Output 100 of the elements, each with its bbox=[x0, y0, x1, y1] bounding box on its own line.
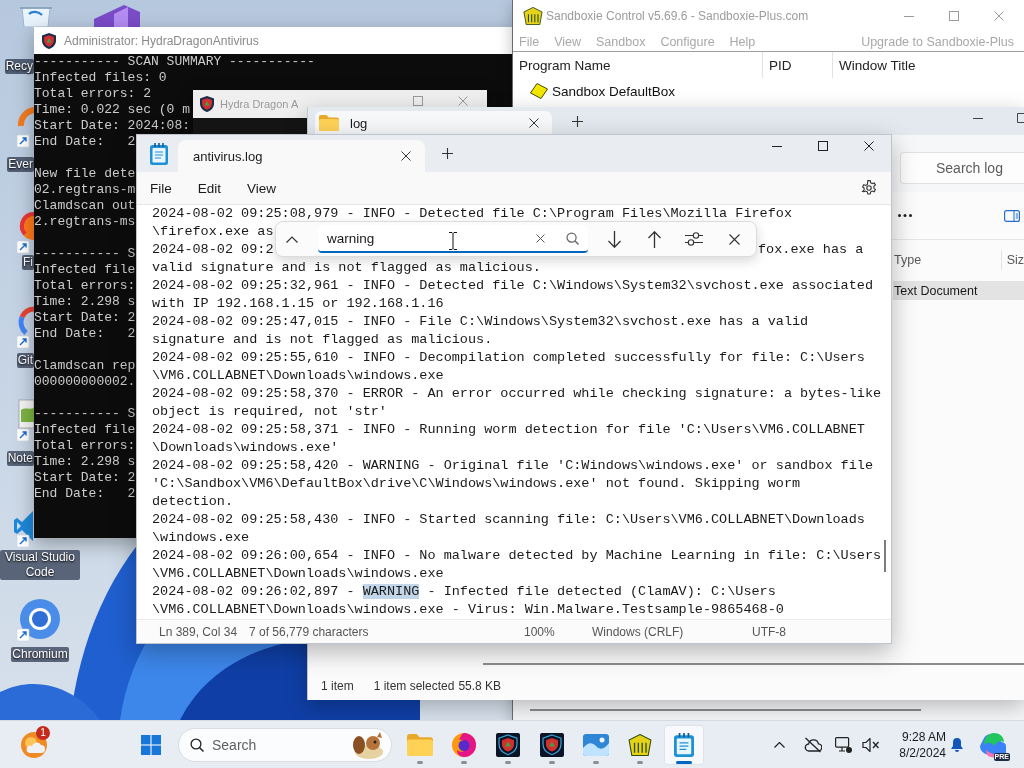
column-header[interactable]: PID bbox=[769, 57, 792, 73]
log-line: \Downloads\windows.exe' bbox=[152, 439, 339, 457]
menu-item[interactable]: View bbox=[247, 180, 277, 196]
bell-icon[interactable] bbox=[951, 737, 963, 752]
text-cursor-icon bbox=[449, 232, 457, 250]
column-header[interactable]: Window Title bbox=[839, 57, 916, 73]
column-header[interactable]: Siz bbox=[1006, 253, 1024, 267]
basket-icon bbox=[523, 7, 543, 25]
search-field[interactable]: Search log bbox=[900, 152, 1024, 184]
chevron-up-icon[interactable] bbox=[774, 741, 785, 748]
windows-logo-icon[interactable] bbox=[141, 734, 161, 755]
status-text: Ln 389, Col 34 bbox=[158, 624, 239, 639]
log-line: 2024-08-02 09:25:47,015 - INFO - File C:\Windows\System32\svchost.exe has a valid bbox=[152, 313, 809, 331]
arrow-down-icon[interactable] bbox=[608, 230, 621, 248]
window-title: Administrator: HydraDragonAntivirus bbox=[64, 33, 259, 48]
window-title: Hydra Dragon A bbox=[220, 97, 299, 111]
maximize-icon[interactable] bbox=[818, 141, 828, 151]
log-line: 2024-08-02 09:25:58,371 - INFO - Running worm detection for file 'C:\Users\VM6.COLLABNET bbox=[152, 421, 865, 439]
console-line: 02.regtrans-m bbox=[34, 182, 136, 198]
folder-icon bbox=[407, 733, 433, 756]
find-field[interactable]: warning bbox=[318, 225, 588, 253]
basket-icon bbox=[628, 733, 652, 756]
options-icon[interactable] bbox=[685, 232, 703, 246]
more-icon[interactable] bbox=[898, 214, 912, 217]
log-line: 2024-08-02 09:25:58,370 - ERROR - An error occurred while checking signature: a bytes-like bbox=[152, 385, 882, 403]
chevron-up-icon[interactable] bbox=[286, 235, 298, 243]
log-line: \VM6.COLLABNET\Downloads\windows.exe bbox=[152, 565, 444, 583]
monitor-icon[interactable] bbox=[835, 736, 852, 753]
arrow-up-icon[interactable] bbox=[648, 230, 661, 248]
log-line: 'C:\Sandbox\VM6\DefaultBox\drive\C\Windows\windows.exe' not found. Skipping worm bbox=[152, 475, 801, 493]
menu-item[interactable]: Edit bbox=[197, 180, 222, 196]
column-header[interactable]: Program Name bbox=[519, 57, 611, 73]
tab[interactable]: antivirus.log bbox=[178, 140, 425, 172]
console-line: 000000000002. bbox=[34, 374, 136, 390]
log-line: 2024-08-02 09:26:00,654 - INFO - No malware detected by Machine Learning in file: C:\Users bbox=[152, 547, 882, 565]
desktop-icon-label[interactable]: Ever bbox=[7, 157, 34, 172]
plus-icon[interactable] bbox=[442, 148, 453, 159]
console-line: Time: 2.298 s bbox=[34, 294, 136, 310]
console-line: End Date: 2 bbox=[34, 326, 136, 342]
console-line: Time: 2.298 s bbox=[34, 454, 136, 470]
notepad-icon[interactable] bbox=[14, 398, 34, 442]
shield-icon bbox=[42, 32, 56, 49]
log-line: 2024-08-02 09:25:32,961 - INFO - Detected file C:\Windows\System32\svchost.exe associated bbox=[152, 277, 874, 295]
clear-icon[interactable] bbox=[536, 234, 545, 243]
status-text: Windows (CRLF) bbox=[591, 624, 685, 639]
maximize-icon[interactable] bbox=[1017, 113, 1024, 123]
close-icon[interactable] bbox=[729, 233, 740, 245]
shield-icon bbox=[540, 732, 564, 757]
notification-badge: 1 bbox=[36, 725, 50, 740]
console-line: Infected files: 0 bbox=[34, 70, 167, 86]
image-icon bbox=[583, 733, 609, 756]
status-text: 1 item selected bbox=[373, 679, 455, 693]
desktop-icon-label[interactable]: Note bbox=[6, 451, 34, 466]
menu-item[interactable]: File bbox=[150, 180, 172, 196]
log-line: 2024-08-02 09:25:55,610 - INFO - Decompilation completed successfully for file: C:\Users bbox=[152, 349, 865, 367]
status-text: 100% bbox=[523, 624, 556, 639]
tab[interactable]: log bbox=[315, 111, 552, 135]
settings-icon[interactable] bbox=[861, 180, 877, 196]
table-cell: Text Document bbox=[894, 283, 978, 298]
notepad-icon bbox=[150, 142, 168, 165]
recycle-bin-icon[interactable] bbox=[18, 5, 54, 27]
close-icon[interactable] bbox=[864, 141, 874, 151]
panel-icon[interactable] bbox=[1004, 209, 1020, 222]
file-row[interactable]: Text Document bbox=[893, 281, 1024, 300]
desktop-icon-label[interactable]: Git bbox=[16, 353, 34, 368]
console-line: Clamdscan out bbox=[34, 198, 136, 214]
console-line: ----------- S bbox=[34, 406, 136, 422]
log-line: object is required, not 'str' bbox=[152, 403, 387, 421]
close-icon[interactable] bbox=[401, 151, 411, 161]
log-line: \VM6.COLLABNET\Downloads\windows.exe bbox=[152, 367, 444, 385]
log-line: 2024-08-02 09:25:58,430 - INFO - Started scanning file: C:\Users\VM6.COLLABNET\Downloads bbox=[152, 511, 865, 529]
minimize-icon[interactable] bbox=[904, 15, 914, 17]
ribbon-icon[interactable] bbox=[94, 5, 140, 27]
search-icon[interactable] bbox=[566, 232, 579, 245]
log-line: valid signature and is not flagged as malicious. bbox=[152, 259, 541, 277]
console-line: ----------- SCAN SUMMARY ----------- bbox=[34, 54, 315, 70]
console-line: End Date: 2 bbox=[34, 134, 136, 150]
log-line: fox.exe has a bbox=[758, 241, 864, 259]
clock-time[interactable]: 9:28 AM bbox=[901, 728, 946, 745]
console-line: ----------- S bbox=[34, 246, 136, 262]
diamond-icon bbox=[530, 83, 548, 99]
log-line: 2024-08-02 09:25:08,979 - INFO - Detected file C:\Program Files\Mozilla Firefox bbox=[152, 205, 792, 223]
column-header[interactable]: Type bbox=[894, 253, 922, 267]
desktop-icon-label[interactable]: Recy bbox=[4, 59, 34, 74]
desktop-icon-label[interactable]: Fi bbox=[22, 255, 34, 270]
clock-date[interactable]: 8/2/2024 bbox=[899, 744, 946, 761]
status-text: 55.8 KB bbox=[458, 679, 502, 693]
plus-icon[interactable] bbox=[572, 115, 583, 127]
console-line: Time: 0.022 sec (0 m bbox=[34, 102, 191, 118]
console-line: Total errors: bbox=[34, 438, 136, 454]
console-line: Start Date: 2024:08: bbox=[34, 118, 191, 134]
shield-icon bbox=[496, 732, 520, 757]
log-line: signature and is not flagged as malicious. bbox=[152, 331, 493, 349]
search-field[interactable]: Search bbox=[178, 727, 392, 762]
cloud-off-icon[interactable] bbox=[804, 736, 822, 753]
console-line: Total errors: bbox=[34, 278, 136, 294]
close-icon[interactable] bbox=[529, 118, 539, 128]
folder-icon bbox=[319, 115, 339, 131]
table-cell: Sandbox DefaultBox bbox=[552, 83, 676, 99]
speaker-muted-icon[interactable] bbox=[862, 737, 879, 752]
